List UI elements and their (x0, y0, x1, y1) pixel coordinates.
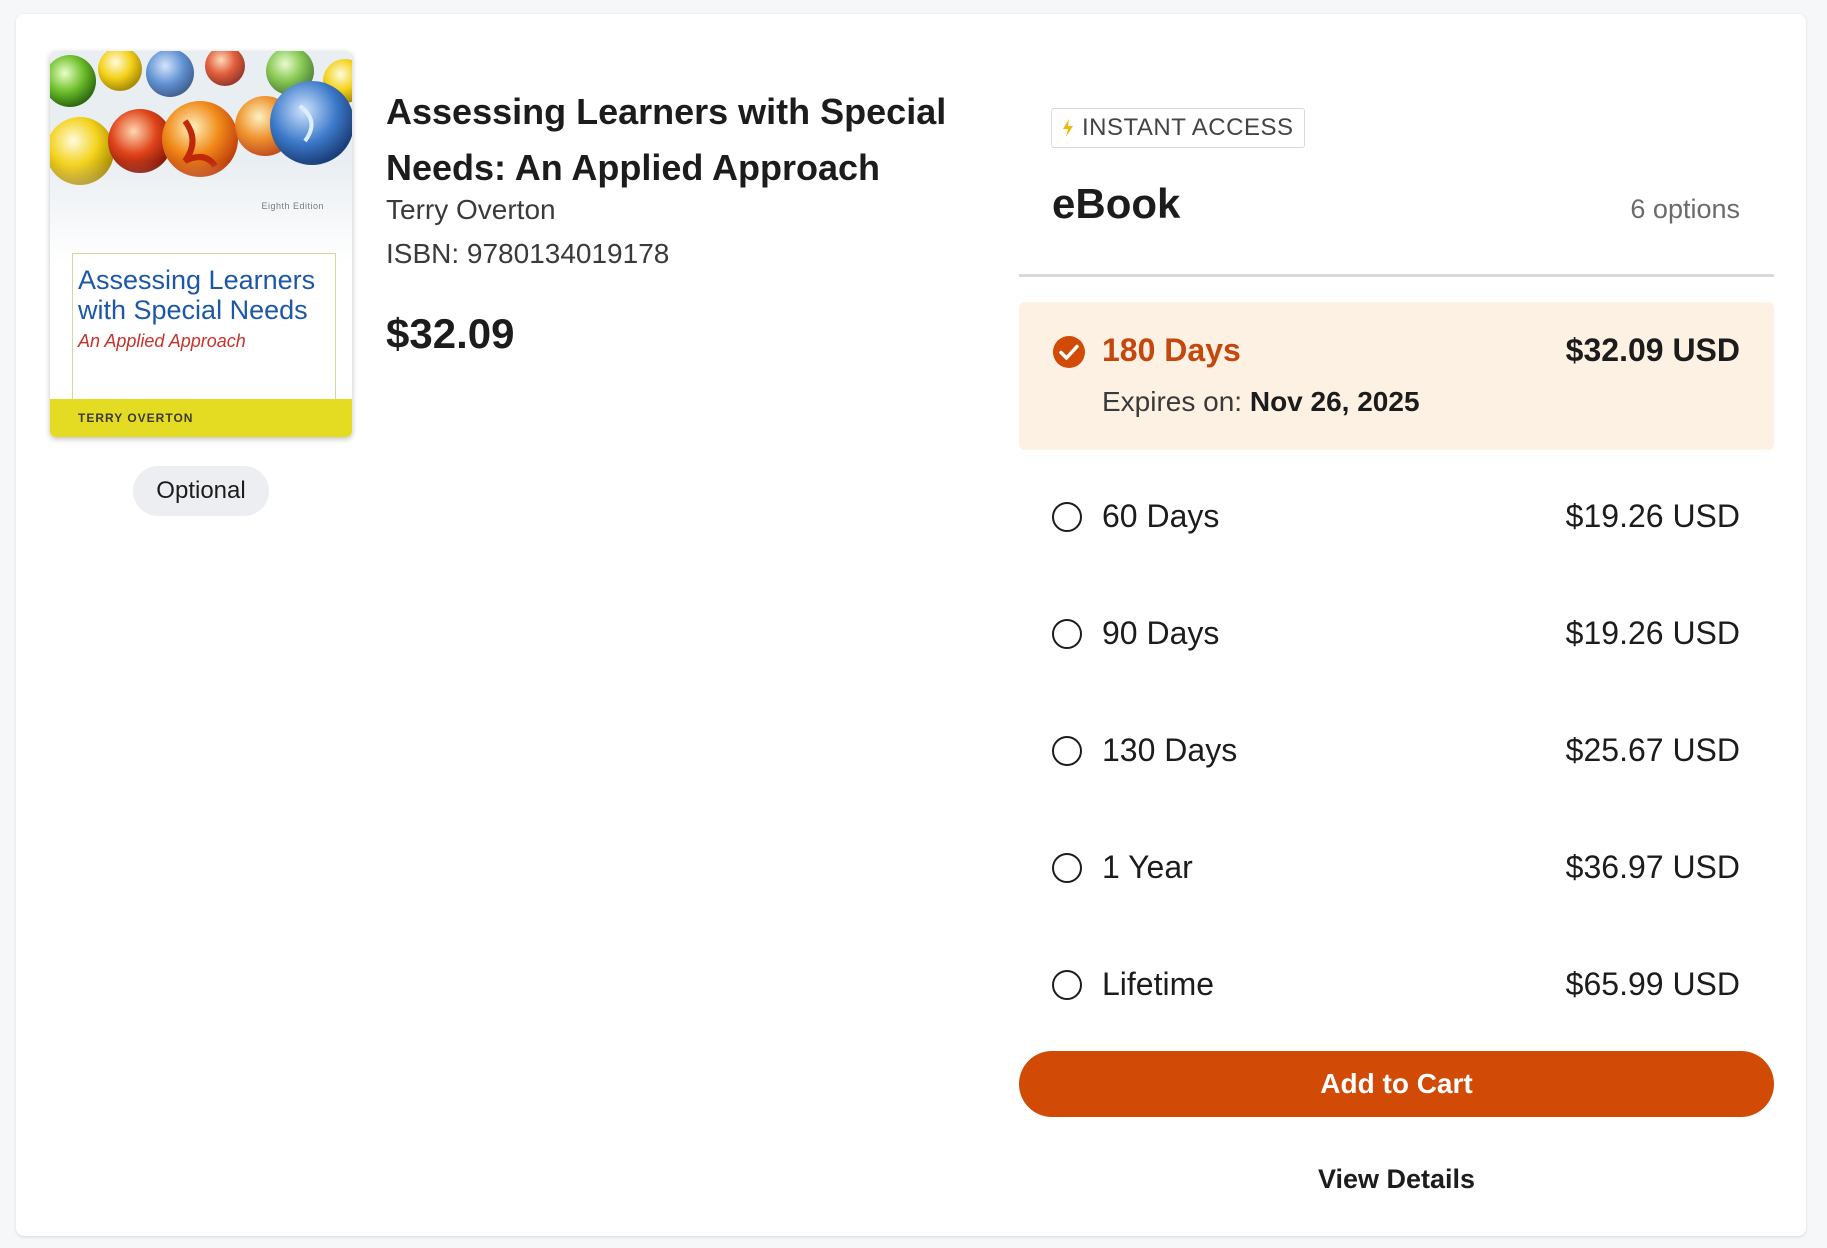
book-isbn: ISBN: 9780134019178 (386, 238, 670, 269)
option-label: 130 Days (1102, 732, 1238, 768)
book-title: Assessing Learners with Special Needs: A… (386, 91, 947, 188)
divider (1019, 274, 1774, 277)
book-cover-image: Eighth Edition Assessing Learners with S… (50, 51, 352, 437)
option-1-year[interactable]: 1 Year $36.97 USD (1019, 809, 1774, 926)
option-price: $36.97 USD (1565, 849, 1740, 885)
option-price: $65.99 USD (1565, 966, 1740, 1002)
cover-author: TERRY OVERTON (78, 411, 194, 425)
cover-edition: Eighth Edition (261, 201, 324, 211)
product-card: Eighth Edition Assessing Learners with S… (16, 14, 1806, 1236)
optional-badge: Optional (133, 466, 269, 516)
radio-button[interactable] (1052, 502, 1082, 532)
expiry-label: Expires on: (1102, 386, 1243, 417)
radio-button[interactable] (1052, 853, 1082, 883)
option-label: 1 Year (1102, 849, 1193, 885)
radio-button[interactable] (1052, 970, 1082, 1000)
instant-access-label: INSTANT ACCESS (1082, 114, 1294, 141)
add-to-cart-button[interactable]: Add to Cart (1019, 1051, 1774, 1117)
option-expiry: Expires on: Nov 26, 2025 (1102, 386, 1420, 418)
option-label: 180 Days (1102, 332, 1241, 368)
view-details-link[interactable]: View Details (1019, 1164, 1774, 1195)
cover-subtitle: An Applied Approach (78, 331, 246, 351)
radio-button[interactable] (1052, 619, 1082, 649)
instant-access-tag: INSTANT ACCESS (1051, 108, 1305, 148)
option-price: $25.67 USD (1565, 732, 1740, 768)
option-price: $19.26 USD (1565, 615, 1740, 651)
option-label: 60 Days (1102, 498, 1220, 534)
option-label: 90 Days (1102, 615, 1220, 651)
option-lifetime[interactable]: Lifetime $65.99 USD (1019, 926, 1774, 1043)
option-130-days[interactable]: 130 Days $25.67 USD (1019, 692, 1774, 809)
rental-options-list: 180 Days $32.09 USD Expires on: Nov 26, … (1019, 302, 1774, 1043)
option-price: $32.09 USD (1565, 332, 1740, 368)
bolt-icon (1063, 119, 1073, 137)
marbles-illustration (50, 51, 352, 261)
options-count: 6 options (1630, 194, 1740, 224)
format-title: eBook (1052, 180, 1181, 227)
radio-button[interactable] (1052, 736, 1082, 766)
option-90-days[interactable]: 90 Days $19.26 USD (1019, 575, 1774, 692)
option-60-days[interactable]: 60 Days $19.26 USD (1019, 458, 1774, 575)
check-circle-icon (1053, 336, 1085, 368)
book-author: Terry Overton (386, 194, 556, 225)
cover-title: Assessing Learners with Special Needs (78, 265, 316, 325)
option-label: Lifetime (1102, 966, 1215, 1002)
option-price: $19.26 USD (1565, 498, 1740, 534)
option-180-days[interactable]: 180 Days $32.09 USD Expires on: Nov 26, … (1019, 302, 1774, 450)
expiry-date: Nov 26, 2025 (1249, 386, 1420, 417)
book-price: $32.09 (386, 310, 515, 357)
